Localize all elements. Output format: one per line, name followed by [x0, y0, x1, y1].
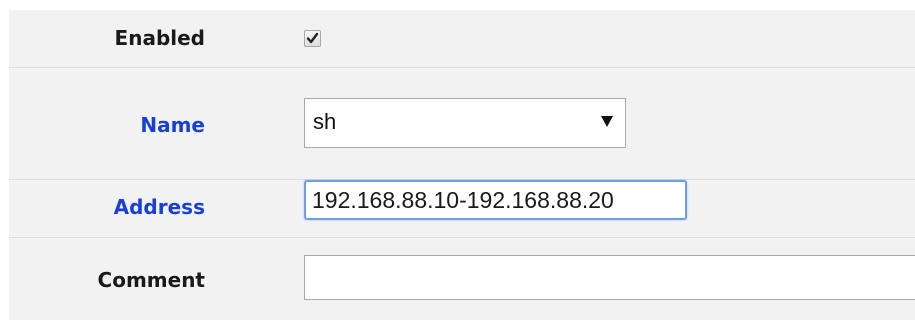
enabled-checkbox[interactable] [304, 30, 321, 47]
check-icon [306, 32, 319, 44]
form-panel: Enabled Name sh Address Comment [9, 10, 915, 320]
name-select[interactable]: sh [304, 98, 626, 148]
form-row-enabled: Enabled [9, 10, 915, 68]
name-label[interactable]: Name [140, 113, 205, 137]
name-select-value: sh [313, 109, 337, 134]
form-row-comment: Comment [9, 238, 915, 320]
form-row-name: Name sh [9, 68, 915, 180]
form-row-address: Address [9, 180, 915, 238]
comment-label: Comment [97, 268, 205, 292]
address-input[interactable] [304, 180, 687, 220]
enabled-label: Enabled [114, 26, 205, 50]
chevron-down-icon [601, 116, 613, 127]
comment-input[interactable] [304, 255, 915, 300]
address-label[interactable]: Address [114, 195, 205, 219]
